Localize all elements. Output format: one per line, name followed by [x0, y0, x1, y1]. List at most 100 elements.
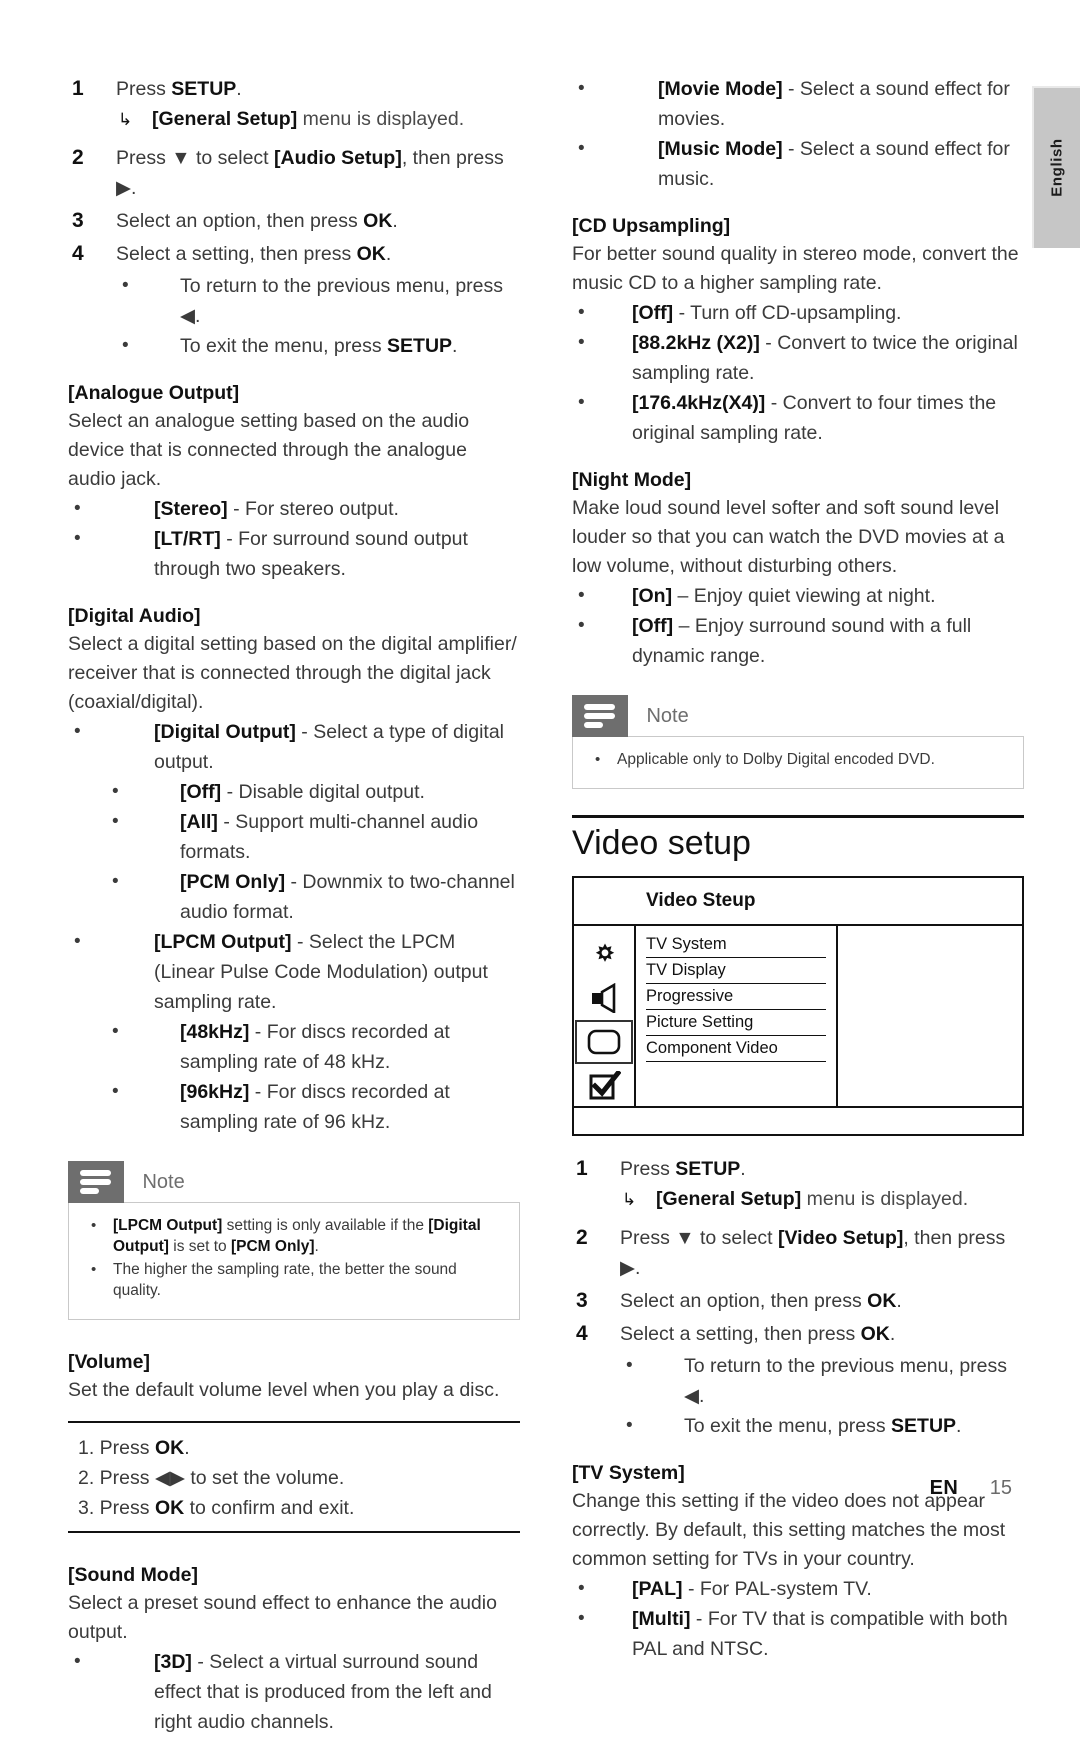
bullet-dot: •: [578, 332, 585, 353]
audio-setup-term: [Audio Setup]: [274, 147, 402, 169]
list-item: 1. Press OK.: [78, 1437, 190, 1459]
bullet-dot: •: [112, 811, 119, 832]
divider-top: [68, 1421, 520, 1423]
bullet-dot: •: [578, 1608, 585, 1629]
bullet-dot: •: [578, 138, 585, 159]
option-desc: - Select a virtual surround sound effect…: [154, 1651, 492, 1733]
bullet-dot: •: [74, 528, 81, 549]
option-desc: - Support multi-channel audio formats.: [180, 811, 479, 863]
option-desc: – Enjoy quiet viewing at night.: [672, 585, 936, 607]
general-setup-term: [General Setup]: [656, 1188, 802, 1210]
volume-body: Set the default volume level when you pl…: [68, 1379, 500, 1401]
step-4-bullets: • To return to the previous menu, press …: [620, 1351, 1024, 1441]
screen-header: Video Steup: [574, 878, 1022, 926]
tv-system-bullets: • [PAL] - For PAL-system TV. • [Multi] -…: [572, 1574, 1024, 1664]
note-body: • Applicable only to Dolby Digital encod…: [572, 736, 1024, 789]
gear-icon[interactable]: [574, 932, 636, 976]
analogue-output-heading: [Analogue Output]: [68, 382, 240, 404]
note-title: Note: [142, 1170, 185, 1193]
arrow-icon: ↳: [118, 110, 133, 129]
step-number: 2: [72, 146, 84, 169]
manual-page: English 1 Press SETUP. ↳ [General Setup]…: [0, 0, 1080, 1733]
setup-key: SETUP: [171, 78, 237, 100]
list-item: • To exit the menu, press SETUP.: [116, 331, 520, 361]
tv-icon[interactable]: [575, 1020, 633, 1064]
bullet-dot: •: [91, 1217, 97, 1234]
menu-item-progressive[interactable]: Progressive: [646, 984, 826, 1010]
menu-item-tv-system[interactable]: TV System: [646, 932, 826, 958]
bullet-dot: •: [74, 1651, 81, 1672]
step-1: 1 Press SETUP. ↳ [General Setup] menu is…: [572, 1154, 1024, 1215]
option-term: [Off]: [180, 781, 222, 803]
bullet-dot: •: [578, 78, 585, 99]
menu-item-component-video[interactable]: Component Video: [646, 1036, 826, 1062]
list-item: • [Music Mode] - Select a sound effect f…: [572, 134, 1024, 194]
digital-audio-bullets: • [Digital Output] - Select a type of di…: [68, 717, 520, 1137]
option-desc: - For PAL-system TV.: [682, 1578, 872, 1600]
step-1-result: ↳ [General Setup] menu is displayed.: [614, 1184, 1024, 1215]
device-screen-mock: Video Steup TV System TV Display Progres…: [572, 876, 1024, 1136]
menu-item-tv-display[interactable]: TV Display: [646, 958, 826, 984]
note-title: Note: [646, 704, 689, 727]
list-item: • [Digital Output] - Select a type of di…: [68, 717, 520, 777]
checkbox-icon[interactable]: [574, 1064, 636, 1108]
arrow-icon: ↳: [622, 1190, 637, 1209]
menu-item-picture-setting[interactable]: Picture Setting: [646, 1010, 826, 1036]
option-term: [176.4kHz(X4)]: [632, 392, 766, 414]
cd-upsampling-bullets: • [Off] - Turn off CD-upsampling. • [88.…: [572, 298, 1024, 448]
step-text: Select an option, then press OK.: [620, 1290, 902, 1312]
step-1: 1 Press SETUP. ↳ [General Setup] menu is…: [68, 74, 520, 135]
audio-setup-steps: 1 Press SETUP. ↳ [General Setup] menu is…: [68, 74, 520, 361]
note-icon: [572, 695, 628, 737]
ok-key: OK: [867, 1290, 897, 1312]
step-text: Press ▼ to select [Video Setup], then pr…: [620, 1227, 1006, 1279]
list-item: • [Movie Mode] - Select a sound effect f…: [572, 74, 1024, 134]
language-tab: English: [1032, 86, 1080, 248]
language-tab-label: English: [1048, 138, 1066, 197]
option-desc: - Turn off CD-upsampling.: [673, 302, 902, 324]
note-term: [PCM Only]: [230, 1238, 315, 1255]
note-item: • The higher the sampling rate, the bett…: [83, 1259, 505, 1301]
list-item: • [Multi] - For TV that is compatible wi…: [572, 1604, 1024, 1664]
footer-page-number: 15: [989, 1477, 1012, 1499]
ok-key: OK: [154, 1497, 185, 1519]
step-number: 4: [576, 1322, 588, 1345]
list-item: • [88.2kHz (X2)] - Convert to twice the …: [572, 328, 1024, 388]
note-icon: [68, 1161, 124, 1203]
option-term: [All]: [180, 811, 218, 833]
analogue-output-bullets: • [Stereo] - For stereo output. • [LT/RT…: [68, 494, 520, 584]
option-term: [Multi]: [632, 1608, 691, 1630]
setup-key: SETUP: [891, 1415, 957, 1437]
option-term: [Stereo]: [154, 498, 228, 520]
footer-language: EN: [929, 1477, 959, 1499]
note-text: setting is only available if the: [222, 1217, 429, 1234]
option-desc: – Enjoy surround sound with a full dynam…: [632, 615, 972, 667]
note-box-right: Note • Applicable only to Dolby Digital …: [572, 695, 1024, 789]
step-text: Select a setting, then press OK.: [620, 1323, 896, 1345]
note-text: is set to: [168, 1238, 231, 1255]
list-item: • [3D] - Select a virtual surround sound…: [68, 1647, 520, 1737]
bullet-dot: •: [595, 751, 601, 768]
video-setup-term: [Video Setup]: [778, 1227, 904, 1249]
bullet-dot: •: [626, 1415, 633, 1436]
list-item: • [Stereo] - For stereo output.: [68, 494, 520, 524]
step-4: 4 Select a setting, then press OK. • To …: [68, 239, 520, 361]
bullet-dot: •: [578, 392, 585, 413]
divider-bottom: [68, 1531, 520, 1533]
ok-key: OK: [363, 210, 393, 232]
screen-icon-column: [574, 926, 636, 1106]
cd-upsampling-heading: [CD Upsampling]: [572, 215, 731, 237]
ok-key: OK: [860, 1323, 890, 1345]
screen-footer: [574, 1108, 1022, 1134]
option-desc: - Disable digital output.: [221, 781, 425, 803]
note-text: .: [314, 1238, 319, 1255]
speaker-icon[interactable]: [574, 976, 636, 1020]
option-term: [Music Mode]: [658, 138, 783, 160]
right-column: • [Movie Mode] - Select a sound effect f…: [572, 74, 1024, 1664]
step-text: Press SETUP.: [620, 1158, 746, 1180]
bullet-dot: •: [74, 498, 81, 519]
option-term: [Movie Mode]: [658, 78, 783, 100]
list-item: • [LPCM Output] - Select the LPCM (Linea…: [68, 927, 520, 1017]
note-text: Applicable only to Dolby Digital encoded…: [617, 751, 935, 768]
sound-mode-bullets-cont: • [Movie Mode] - Select a sound effect f…: [572, 74, 1024, 194]
